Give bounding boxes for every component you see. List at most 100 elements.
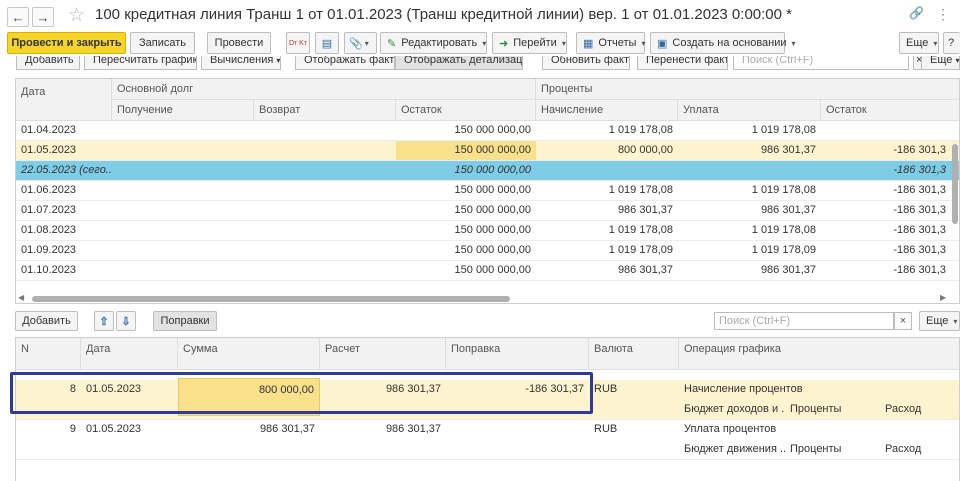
- save-button[interactable]: Записать: [130, 32, 195, 54]
- header-interest-label: Проценты: [541, 83, 593, 95]
- corrections-cell-budget: Бюджет доходов и ...: [684, 403, 785, 415]
- schedule-row[interactable]: 01.05.2023 150 000 000,00 800 000,00 986 30…: [16, 141, 959, 161]
- header-balance[interactable]: Остаток: [396, 100, 536, 121]
- schedule-more-button[interactable]: Еще ▾: [921, 56, 960, 70]
- schedule-row[interactable]: 01.08.2023 150 000 000,00 1 019 178,08 1 01…: [16, 221, 959, 241]
- favorite-star-icon[interactable]: ☆: [68, 4, 85, 27]
- scroll-right-icon[interactable]: ▶: [940, 293, 946, 302]
- reports-icon: ▦: [583, 37, 594, 50]
- header-receive-label: Получение: [117, 104, 173, 116]
- show-detail-button[interactable]: Отображать детализацию: [395, 56, 523, 70]
- show-fact-button[interactable]: Отображать факт: [295, 56, 395, 70]
- schedule-cell-accrual: 800 000,00: [617, 144, 673, 156]
- header-principal-label: Основной долг: [117, 83, 194, 95]
- back-button[interactable]: ←: [7, 7, 29, 27]
- move-fact-button[interactable]: Перенести факт: [637, 56, 728, 70]
- schedule-cell-return: [254, 241, 396, 260]
- vertical-scrollbar-thumb[interactable]: [952, 144, 958, 224]
- update-fact-label: Обновить факт: [551, 56, 630, 66]
- header-calc[interactable]: Расчет: [320, 338, 446, 370]
- corrections-cell-date: 01.05.2023: [86, 423, 142, 435]
- header-currency-label: Валюта: [594, 343, 633, 355]
- create-based-on-button[interactable]: ▣ Создать на основании ▾: [650, 32, 796, 54]
- more-menu-icon[interactable]: ⋮: [936, 6, 950, 23]
- corrections-row[interactable]: 9 01.05.2023 986 301,37 986 301,37 RUB Уплата…: [16, 420, 959, 460]
- schedule-add-button[interactable]: Добавить: [16, 56, 80, 70]
- header-sum[interactable]: Сумма: [178, 338, 320, 370]
- schedule-cell-date: 01.10.2023: [21, 264, 77, 276]
- post-label: Провести: [214, 37, 264, 49]
- dt-kt-button[interactable]: Dт Kт: [286, 32, 310, 54]
- schedule-cell-balance2: -186 301,3: [893, 204, 946, 216]
- schedule-row[interactable]: 01.10.2023 150 000 000,00 986 301,37 986 30…: [16, 261, 959, 281]
- header-correction-label: Поправка: [451, 343, 501, 355]
- chevron-down-icon: ▾: [364, 38, 369, 48]
- horizontal-scrollbar[interactable]: ◀ ▶: [16, 293, 950, 302]
- schedule-search-placeholder: Поиск (Ctrl+F): [742, 56, 814, 66]
- edit-button[interactable]: ✎ Редактировать ▾: [380, 32, 487, 54]
- update-fact-button[interactable]: Обновить факт: [542, 56, 630, 70]
- header-date[interactable]: Дата: [16, 79, 112, 121]
- move-down-button[interactable]: ⇩: [116, 311, 136, 331]
- header-accrual[interactable]: Начисление: [536, 100, 678, 121]
- corrections-button[interactable]: Поправки: [153, 311, 217, 331]
- schedule-cell-receive: [112, 241, 254, 260]
- post-button[interactable]: Провести: [207, 32, 271, 54]
- clear-icon: ×: [899, 315, 907, 327]
- schedule-cell-date: 01.09.2023: [21, 244, 77, 256]
- schedule-cell-receive: [112, 121, 254, 140]
- header-currency[interactable]: Валюта: [589, 338, 679, 370]
- recalc-schedule-button[interactable]: Пересчитать график: [84, 56, 197, 70]
- chevron-down-icon: ▾: [933, 38, 938, 48]
- schedule-row[interactable]: 01.06.2023 150 000 000,00 1 019 178,08 1 01…: [16, 181, 959, 201]
- header-receive[interactable]: Получение: [112, 100, 254, 121]
- header-payment[interactable]: Уплата: [678, 100, 821, 121]
- schedule-row[interactable]: 01.07.2023 150 000 000,00 986 301,37 986 30…: [16, 201, 959, 221]
- vertical-scrollbar[interactable]: [951, 124, 959, 294]
- attachments-button[interactable]: 📎 ▾: [344, 32, 377, 54]
- document-structure-button[interactable]: ▤: [315, 32, 339, 54]
- corrections-search-clear-button[interactable]: ×: [894, 312, 912, 330]
- schedule-row[interactable]: 01.09.2023 150 000 000,00 1 019 178,09 1 01…: [16, 241, 959, 261]
- chevron-down-icon: ▾: [482, 38, 487, 48]
- scroll-left-icon[interactable]: ◀: [18, 293, 24, 302]
- schedule-table[interactable]: Дата Основной долг Проценты Получение Во…: [15, 78, 960, 304]
- header-operation[interactable]: Операция графика: [679, 338, 959, 370]
- chevron-down-icon: ▾: [641, 38, 646, 48]
- schedule-row[interactable]: 22.05.2023 (сего... 150 000 000,00 -186 30…: [16, 161, 959, 181]
- header-balance-label: Остаток: [401, 104, 442, 116]
- reports-button[interactable]: ▦ Отчеты ▾: [576, 32, 645, 54]
- post-and-close-button[interactable]: Провести и закрыть: [7, 32, 126, 54]
- create-icon: ▣: [657, 37, 668, 50]
- header-balance2[interactable]: Остаток: [821, 100, 959, 121]
- calculations-button[interactable]: Вычисления ▾: [201, 56, 281, 70]
- schedule-cell-return: [254, 161, 396, 180]
- recalc-schedule-label: Пересчитать график: [93, 56, 197, 66]
- header-corr-date[interactable]: Дата: [81, 338, 178, 370]
- schedule-cell-payment: 1 019 178,08: [751, 184, 816, 196]
- schedule-more-label: Еще: [930, 56, 953, 66]
- forward-icon: →: [36, 9, 50, 25]
- schedule-search-input[interactable]: Поиск (Ctrl+F): [733, 56, 909, 70]
- schedule-row[interactable]: 01.04.2023 150 000 000,00 1 019 178,08 1 01…: [16, 121, 959, 141]
- schedule-cell-receive: [112, 201, 254, 220]
- horizontal-scrollbar-thumb[interactable]: [32, 296, 510, 302]
- schedule-cell-return: [254, 261, 396, 280]
- chevron-down-icon: ▾: [791, 38, 796, 48]
- move-up-button[interactable]: ⇧: [94, 311, 114, 331]
- header-correction[interactable]: Поправка: [446, 338, 589, 370]
- schedule-cell-balance2: -186 301,3: [893, 224, 946, 236]
- corrections-search-input[interactable]: Поиск (Ctrl+F): [714, 312, 894, 330]
- corrections-more-button[interactable]: Еще ▾: [919, 311, 960, 331]
- link-icon[interactable]: 🔗: [909, 6, 924, 20]
- schedule-cell-balance: 150 000 000,00: [454, 224, 531, 236]
- goto-button[interactable]: ➜ Перейти ▾: [492, 32, 567, 54]
- corrections-add-button[interactable]: Добавить: [15, 311, 78, 331]
- forward-button[interactable]: →: [32, 7, 54, 27]
- more-button[interactable]: Еще ▾: [899, 32, 939, 54]
- schedule-cell-receive: [112, 221, 254, 240]
- schedule-cell-payment: 1 019 178,09: [751, 244, 816, 256]
- header-n[interactable]: N: [16, 338, 81, 370]
- header-return[interactable]: Возврат: [254, 100, 396, 121]
- help-button[interactable]: ?: [943, 32, 960, 54]
